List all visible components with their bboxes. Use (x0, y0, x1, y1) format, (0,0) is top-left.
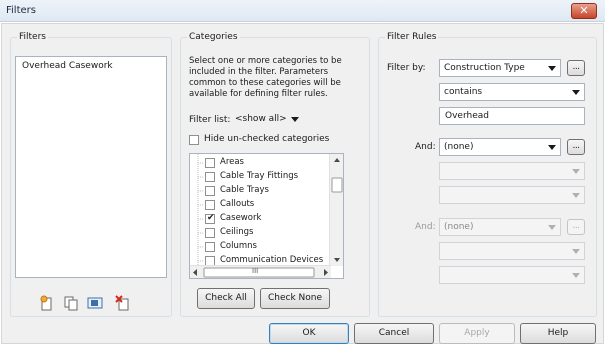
filter-by-value: Construction Type (444, 63, 525, 73)
filter-item-overhead-casework[interactable]: Overhead Casework (22, 61, 113, 71)
categories-tree[interactable]: Areas Cable Tray Fittings Cable Trays Ca… (189, 153, 344, 279)
and-value-dropdown-1[interactable] (439, 186, 585, 204)
tree-item-label: Callouts (220, 199, 255, 209)
tree-vertical-scrollbar[interactable] (329, 154, 343, 266)
chevron-down-icon (548, 145, 556, 150)
filter-by-dropdown[interactable]: Construction Type (439, 59, 561, 77)
cancel-button[interactable]: Cancel (354, 323, 434, 344)
rename-filter-icon[interactable] (87, 295, 103, 311)
tree-checkbox[interactable] (205, 158, 215, 168)
filter-rules-group-label: Filter Rules (385, 31, 439, 43)
chevron-down-icon (572, 249, 580, 254)
filters-group-label: Filters (17, 31, 48, 43)
categories-group-label: Categories (187, 31, 240, 43)
and-value-dropdown-2[interactable] (439, 266, 585, 284)
filter-list-value: <show all> (235, 114, 287, 124)
rule-value-text: Overhead (445, 111, 489, 121)
filter-list-label: Filter list: (189, 115, 231, 125)
duplicate-filter-icon[interactable] (63, 295, 79, 311)
chevron-down-icon (572, 273, 580, 278)
checkmark-icon: ✔ (207, 213, 215, 223)
and-operator-dropdown-2[interactable] (439, 242, 585, 260)
tree-checkbox[interactable] (205, 228, 215, 238)
tree-item-label: Cable Tray Fittings (220, 171, 299, 181)
tree-checkbox-checked[interactable]: ✔ (205, 213, 215, 224)
and-filter-value-2: (none) (444, 222, 474, 232)
operator-dropdown[interactable]: contains (439, 83, 585, 101)
window-title: Filters (6, 5, 36, 16)
title-bar: Filters ✕ (0, 0, 605, 22)
hide-unchecked-label: Hide un-checked categories (204, 134, 330, 144)
horizontal-scrollbar-graphic (193, 267, 328, 278)
check-all-button[interactable]: Check All (197, 288, 255, 309)
dialog-body: Filters Overhead Casework Categories Sel… (1, 23, 604, 344)
hide-unchecked-checkbox[interactable]: Hide un-checked categories (189, 134, 359, 148)
vertical-scrollbar-graphic (331, 158, 343, 262)
apply-button[interactable]: Apply (439, 323, 515, 344)
chevron-down-icon (548, 66, 556, 71)
tree-checkbox[interactable] (205, 186, 215, 196)
check-none-button[interactable]: Check None (260, 288, 330, 309)
and-filter-value-1: (none) (444, 142, 474, 152)
tree-checkbox[interactable] (205, 172, 215, 182)
tree-checkbox[interactable] (205, 242, 215, 252)
tree-item-label: Columns (220, 241, 257, 251)
filter-rules-group: Filter Rules Filter by: Construction Typ… (378, 31, 597, 317)
chevron-down-icon (572, 169, 580, 174)
and-operator-dropdown-1[interactable] (439, 162, 585, 180)
and-filter-dropdown-2[interactable]: (none) (439, 218, 561, 236)
tree-item-label: Ceilings (220, 227, 254, 237)
operator-value: contains (444, 87, 483, 97)
new-filter-icon[interactable] (39, 295, 55, 311)
chevron-down-icon (572, 90, 580, 95)
tree-checkbox[interactable] (205, 200, 215, 210)
chevron-down-icon (291, 117, 299, 122)
delete-filter-icon[interactable] (115, 295, 131, 311)
and-options-button-1[interactable]: ... (567, 139, 585, 155)
tree-horizontal-scrollbar[interactable]: III (190, 265, 331, 278)
tree-item-label: Communication Devices (220, 255, 324, 265)
tree-item-label: Casework (220, 213, 262, 223)
and-filter-dropdown-1[interactable]: (none) (439, 138, 561, 156)
chevron-down-icon (572, 193, 580, 198)
tree-item-label: Areas (220, 157, 244, 167)
hide-unchecked-box[interactable] (189, 135, 199, 145)
scroll-grip-icon: III (252, 267, 259, 275)
and-label-1: And: (415, 142, 436, 152)
filter-by-options-button[interactable]: ... (567, 60, 585, 76)
rule-value-input[interactable]: Overhead (439, 107, 585, 125)
filter-list-dropdown[interactable]: <show all> (231, 111, 303, 129)
and-options-button-2[interactable]: ... (567, 219, 585, 235)
chevron-down-icon (548, 225, 556, 230)
filters-list[interactable]: Overhead Casework (15, 56, 167, 278)
and-label-2: And: (415, 222, 436, 232)
filters-group: Filters Overhead Casework (10, 31, 172, 317)
filter-by-label: Filter by: (387, 63, 426, 73)
help-button[interactable]: Help (520, 323, 596, 344)
ok-button[interactable]: OK (269, 323, 349, 344)
categories-description: Select one or more categories to be incl… (189, 56, 342, 99)
close-button[interactable]: ✕ (571, 3, 597, 19)
categories-group: Categories Select one or more categories… (180, 31, 370, 317)
tree-item-label: Cable Trays (220, 185, 269, 195)
